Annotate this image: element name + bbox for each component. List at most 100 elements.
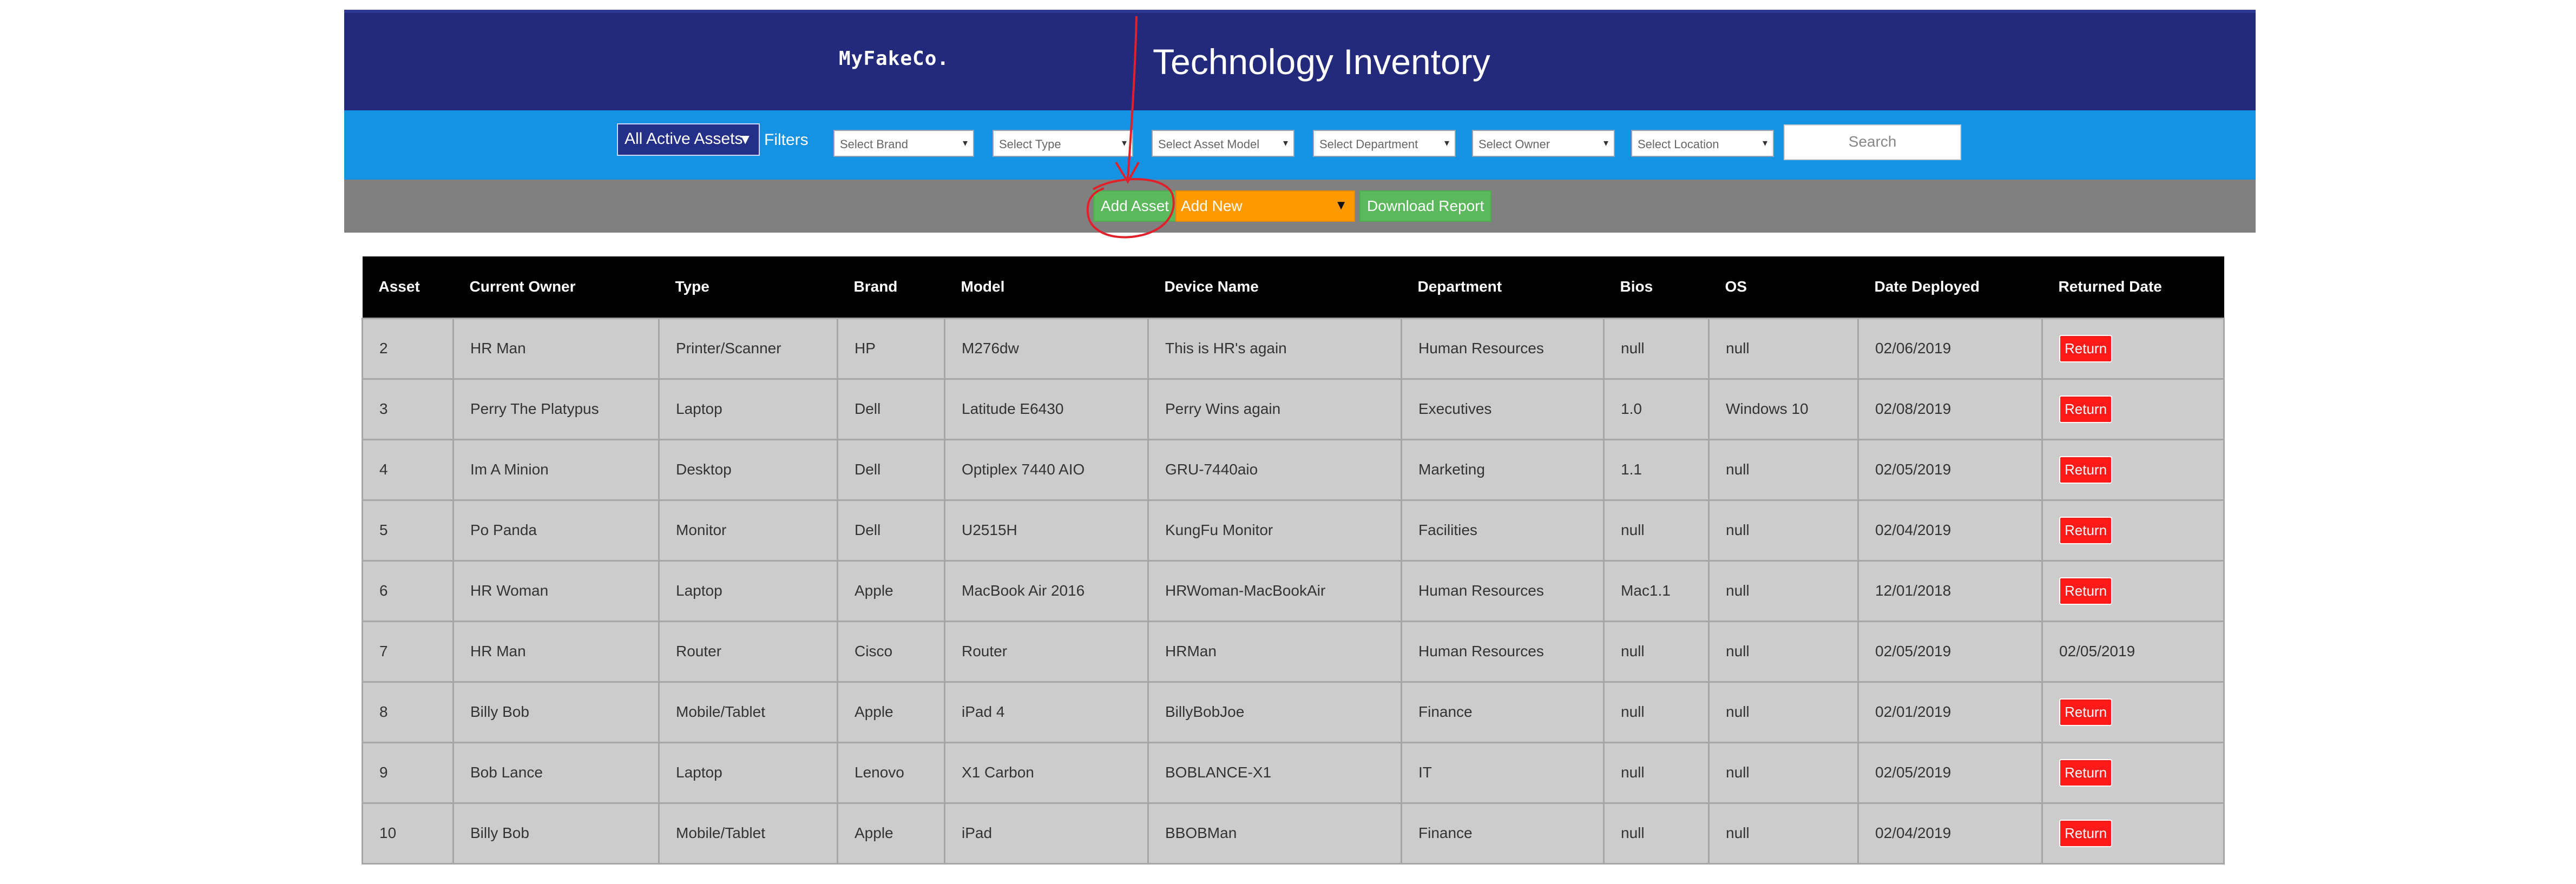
device-name-cell: This is HR's again (1147, 317, 1402, 380)
return-button[interactable]: Return (2059, 334, 2113, 362)
brand-cell: Apple (837, 559, 945, 622)
table-row[interactable]: 10 Billy Bob Mobile/Tablet Apple iPad BBOBMan… (362, 802, 2225, 865)
company-logo: MyFakeCo. (839, 48, 950, 70)
model-cell: Optiplex 7440 AIO (944, 438, 1149, 501)
date-deployed-cell: 02/01/2019 (1857, 681, 2043, 743)
column-header[interactable]: Device Name (1148, 256, 1402, 318)
returned-date-cell: Return (2041, 317, 2225, 380)
device-name-cell: KungFu Monitor (1147, 499, 1402, 562)
column-header[interactable]: Department (1401, 256, 1604, 318)
add-new-select[interactable]: Add New ▼ (1175, 190, 1355, 222)
bios-cell: null (1603, 802, 1710, 865)
owner-cell: Perry The Platypus (452, 378, 660, 440)
asset-scope-value: All Active Assets (625, 130, 743, 148)
table-row[interactable]: 7 HR Man Router Cisco Router HRMan Human Resou… (362, 620, 2225, 683)
owner-cell: Po Panda (452, 499, 660, 562)
department-cell: Human Resources (1401, 559, 1605, 622)
date-deployed-cell: 12/01/2018 (1857, 559, 2043, 622)
os-cell: null (1708, 317, 1859, 380)
os-cell: null (1708, 681, 1859, 743)
bios-cell: Mac1.1 (1603, 559, 1710, 622)
model-cell: MacBook Air 2016 (944, 559, 1149, 622)
location-select[interactable]: Select Location ▾ (1631, 130, 1774, 157)
table-row[interactable]: 4 Im A Minion Desktop Dell Optiplex 7440 AIO… (362, 438, 2225, 501)
return-button[interactable]: Return (2059, 819, 2113, 847)
column-header[interactable]: Current Owner (453, 256, 659, 318)
date-deployed-cell: 02/06/2019 (1857, 317, 2043, 380)
inventory-table: Asset Current Owner Type Brand Model Dev… (362, 256, 2225, 865)
bios-cell: null (1603, 317, 1710, 380)
column-header[interactable]: Returned Date (2042, 256, 2224, 318)
table-row[interactable]: 2 HR Man Printer/Scanner HP M276dw This is HR… (362, 317, 2225, 380)
owner-cell: HR Man (452, 620, 660, 683)
action-bar: Add Asset Add New ▼ Download Report (344, 180, 2256, 233)
department-cell: Human Resources (1401, 620, 1605, 683)
table-row[interactable]: 3 Perry The Platypus Laptop Dell Latitude E6… (362, 378, 2225, 440)
bios-cell: null (1603, 620, 1710, 683)
app-container: MyFakeCo. Technology Inventory All Activ… (344, 10, 2256, 233)
column-header[interactable]: Bios (1604, 256, 1709, 318)
model-cell: Router (944, 620, 1149, 683)
column-header[interactable]: OS (1708, 256, 1858, 318)
brand-cell: Dell (837, 438, 945, 501)
brand-cell: Apple (837, 681, 945, 743)
asset-id-cell: 4 (362, 438, 454, 501)
type-cell: Mobile/Tablet (658, 802, 838, 865)
table-row[interactable]: 5 Po Panda Monitor Dell U2515H KungFu Monitor… (362, 499, 2225, 562)
type-cell: Laptop (658, 741, 838, 804)
add-asset-button[interactable]: Add Asset (1093, 190, 1177, 222)
column-header[interactable]: Asset (362, 256, 454, 318)
brand-cell: Apple (837, 802, 945, 865)
filters-label: Filters (764, 131, 809, 149)
return-button[interactable]: Return (2059, 456, 2113, 484)
page-title: Technology Inventory (1153, 42, 1490, 82)
type-cell: Mobile/Tablet (658, 681, 838, 743)
table-body: 2 HR Man Printer/Scanner HP M276dw This is HR… (362, 317, 2225, 865)
column-header[interactable]: Type (659, 256, 838, 318)
owner-select[interactable]: Select Owner ▾ (1472, 130, 1615, 157)
column-header[interactable]: Date Deployed (1858, 256, 2042, 318)
caret-down-icon: ▼ (738, 131, 752, 147)
department-cell: Finance (1401, 802, 1605, 865)
os-cell: null (1708, 438, 1859, 501)
brand-select[interactable]: Select Brand ▾ (833, 130, 974, 157)
returned-date-cell: Return (2041, 741, 2225, 804)
asset-scope-select[interactable]: All Active Assets ▼ (617, 123, 760, 156)
return-button[interactable]: Return (2059, 516, 2113, 544)
table-row[interactable]: 9 Bob Lance Laptop Lenovo X1 Carbon BOBLANCE-… (362, 741, 2225, 804)
return-button[interactable]: Return (2059, 758, 2113, 787)
asset-model-select[interactable]: Select Asset Model ▾ (1152, 130, 1294, 157)
type-select-value: Select Type (999, 137, 1061, 151)
table-header-row: Asset Current Owner Type Brand Model Dev… (362, 256, 2224, 318)
return-button[interactable]: Return (2059, 395, 2113, 423)
model-cell: iPad (944, 802, 1149, 865)
search-input[interactable]: Search (1784, 124, 1961, 160)
brand-cell: HP (837, 317, 945, 380)
device-name-cell: HRWoman-MacBookAir (1147, 559, 1402, 622)
caret-down-icon: ▾ (1444, 137, 1449, 148)
owner-cell: Billy Bob (452, 681, 660, 743)
department-cell: Facilities (1401, 499, 1605, 562)
asset-id-cell: 2 (362, 317, 454, 380)
date-deployed-cell: 02/05/2019 (1857, 741, 2043, 804)
department-select[interactable]: Select Department ▾ (1313, 130, 1456, 157)
column-header[interactable]: Model (944, 256, 1148, 318)
bios-cell: null (1603, 681, 1710, 743)
column-header[interactable]: Brand (837, 256, 945, 318)
asset-id-cell: 5 (362, 499, 454, 562)
device-name-cell: BOBLANCE-X1 (1147, 741, 1402, 804)
brand-select-value: Select Brand (840, 137, 908, 151)
download-report-button[interactable]: Download Report (1359, 190, 1492, 222)
asset-id-cell: 6 (362, 559, 454, 622)
return-button[interactable]: Return (2059, 577, 2113, 605)
return-button[interactable]: Return (2059, 698, 2113, 726)
header-bar: MyFakeCo. Technology Inventory (344, 10, 2256, 110)
table-row[interactable]: 6 HR Woman Laptop Apple MacBook Air 2016 HRWo… (362, 559, 2225, 622)
caret-down-icon: ▾ (1121, 137, 1127, 148)
department-cell: Executives (1401, 378, 1605, 440)
date-deployed-cell: 02/08/2019 (1857, 378, 2043, 440)
type-select[interactable]: Select Type ▾ (993, 130, 1133, 157)
table-row[interactable]: 8 Billy Bob Mobile/Tablet Apple iPad 4 BillyB… (362, 681, 2225, 743)
brand-cell: Lenovo (837, 741, 945, 804)
caret-down-icon: ▾ (1762, 137, 1767, 148)
